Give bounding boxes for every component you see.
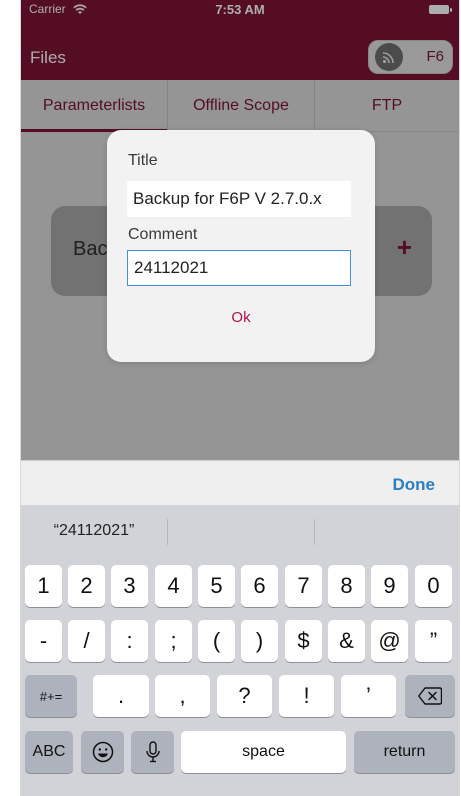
emoji-icon[interactable] [81, 731, 124, 773]
ok-button[interactable]: Ok [107, 308, 375, 327]
key-3[interactable]: 3 [111, 565, 148, 607]
key-colon[interactable]: : [111, 620, 148, 662]
comment-label: Comment [128, 226, 198, 243]
key-ampersand[interactable]: & [328, 620, 365, 662]
key-hyphen[interactable]: - [25, 620, 62, 662]
key-exclamation[interactable]: ! [279, 675, 334, 717]
key-semicolon[interactable]: ; [155, 620, 192, 662]
key-slash[interactable]: / [68, 620, 105, 662]
delete-icon[interactable] [405, 675, 455, 717]
title-input[interactable] [127, 181, 351, 217]
done-button[interactable]: Done [387, 474, 442, 496]
key-period[interactable]: . [93, 675, 149, 717]
keyboard-accessory-bar: Done [21, 460, 459, 505]
key-0[interactable]: 0 [415, 565, 452, 607]
key-8[interactable]: 8 [328, 565, 365, 607]
key-5[interactable]: 5 [198, 565, 235, 607]
suggestion-1[interactable]: “24112021” [21, 505, 167, 557]
key-6[interactable]: 6 [241, 565, 278, 607]
suggestion-2[interactable] [168, 505, 314, 557]
key-return[interactable]: return [354, 731, 455, 773]
key-close-paren[interactable]: ) [241, 620, 278, 662]
key-question[interactable]: ? [217, 675, 272, 717]
phone-screen: Carrier 7:53 AM Files F6 Parameterlists [20, 0, 460, 796]
backup-dialog: Title Comment Ok [107, 130, 375, 362]
key-2[interactable]: 2 [68, 565, 105, 607]
title-label: Title [128, 152, 158, 169]
key-more-symbols[interactable]: #+= [25, 675, 77, 717]
key-apostrophe[interactable]: ’ [341, 675, 396, 717]
key-dollar[interactable]: $ [285, 620, 322, 662]
key-9[interactable]: 9 [371, 565, 408, 607]
key-comma[interactable]: , [155, 675, 210, 717]
key-open-paren[interactable]: ( [198, 620, 235, 662]
keyboard: “24112021” 1 2 3 4 5 6 7 8 9 0 - / : ; (… [21, 505, 459, 796]
key-1[interactable]: 1 [25, 565, 62, 607]
key-space[interactable]: space [181, 731, 346, 773]
suggestion-bar: “24112021” [21, 505, 459, 557]
comment-input[interactable] [127, 250, 351, 286]
key-at[interactable]: @ [371, 620, 408, 662]
microphone-icon[interactable] [131, 731, 174, 773]
key-abc[interactable]: ABC [25, 731, 73, 773]
suggestion-3[interactable] [315, 505, 459, 557]
key-7[interactable]: 7 [285, 565, 322, 607]
key-quote[interactable]: ” [415, 620, 452, 662]
key-4[interactable]: 4 [155, 565, 192, 607]
